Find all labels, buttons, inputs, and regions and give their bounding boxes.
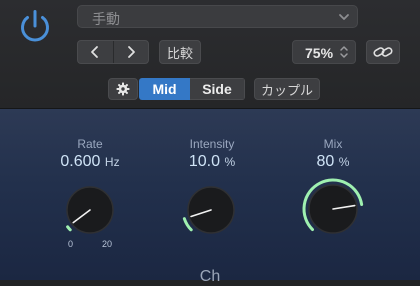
tab-side-label: Side <box>202 81 232 97</box>
mix-value-display: 80 % <box>273 153 393 171</box>
rate-unit: Hz <box>104 155 120 169</box>
couple-label: カップル <box>260 82 313 98</box>
preset-nav-group <box>77 40 149 64</box>
gear-icon <box>116 82 130 96</box>
rate-scale-max: 20 <box>102 239 113 249</box>
tab-mid-label: Mid <box>152 81 177 97</box>
chevron-down-icon <box>339 14 349 20</box>
chevron-right-icon <box>127 46 135 58</box>
settings-button[interactable] <box>108 78 138 100</box>
knob-value-arc <box>66 225 72 232</box>
tab-mid[interactable]: Mid <box>139 78 190 100</box>
next-preset-button[interactable] <box>112 41 149 63</box>
power-icon <box>21 10 49 42</box>
chevron-left-icon <box>91 46 99 58</box>
rate-label: Rate <box>77 137 103 151</box>
rate-value-display: 0.600 Hz <box>30 153 150 171</box>
plugin-header: 手動 比較 75% Mid Side カップル <box>0 0 420 109</box>
intensity-knob[interactable] <box>179 178 243 242</box>
preset-dropdown[interactable]: 手動 <box>77 5 358 28</box>
footer-label: Ch <box>199 268 221 285</box>
zoom-selector[interactable]: 75% <box>292 40 356 64</box>
link-button[interactable] <box>366 40 400 64</box>
rate-scale-min: 0 <box>68 239 74 249</box>
preset-value: 手動 <box>92 11 120 27</box>
intensity-value-display: 10.0 % <box>152 153 272 171</box>
mid-side-segmented-control: Mid Side <box>139 78 245 100</box>
intensity-unit: % <box>224 155 236 169</box>
couple-button[interactable]: カップル <box>254 78 320 100</box>
mix-label: Mix <box>323 137 343 151</box>
zoom-value: 75% <box>305 45 334 61</box>
power-button[interactable] <box>14 6 56 48</box>
up-down-chevron-icon <box>340 46 348 58</box>
previous-preset-button[interactable] <box>78 41 113 63</box>
mix-unit: % <box>338 155 350 169</box>
link-icon <box>373 47 393 57</box>
mix-value: 80 <box>316 153 335 170</box>
rate-value: 0.600 <box>60 153 101 170</box>
compare-label: 比較 <box>166 45 193 61</box>
tab-side[interactable]: Side <box>190 78 245 100</box>
intensity-value: 10.0 <box>188 153 220 170</box>
intensity-label: Intensity <box>189 137 235 151</box>
compare-button[interactable]: 比較 <box>159 40 201 64</box>
mix-knob[interactable] <box>300 176 366 242</box>
rate-knob[interactable] <box>58 178 122 242</box>
